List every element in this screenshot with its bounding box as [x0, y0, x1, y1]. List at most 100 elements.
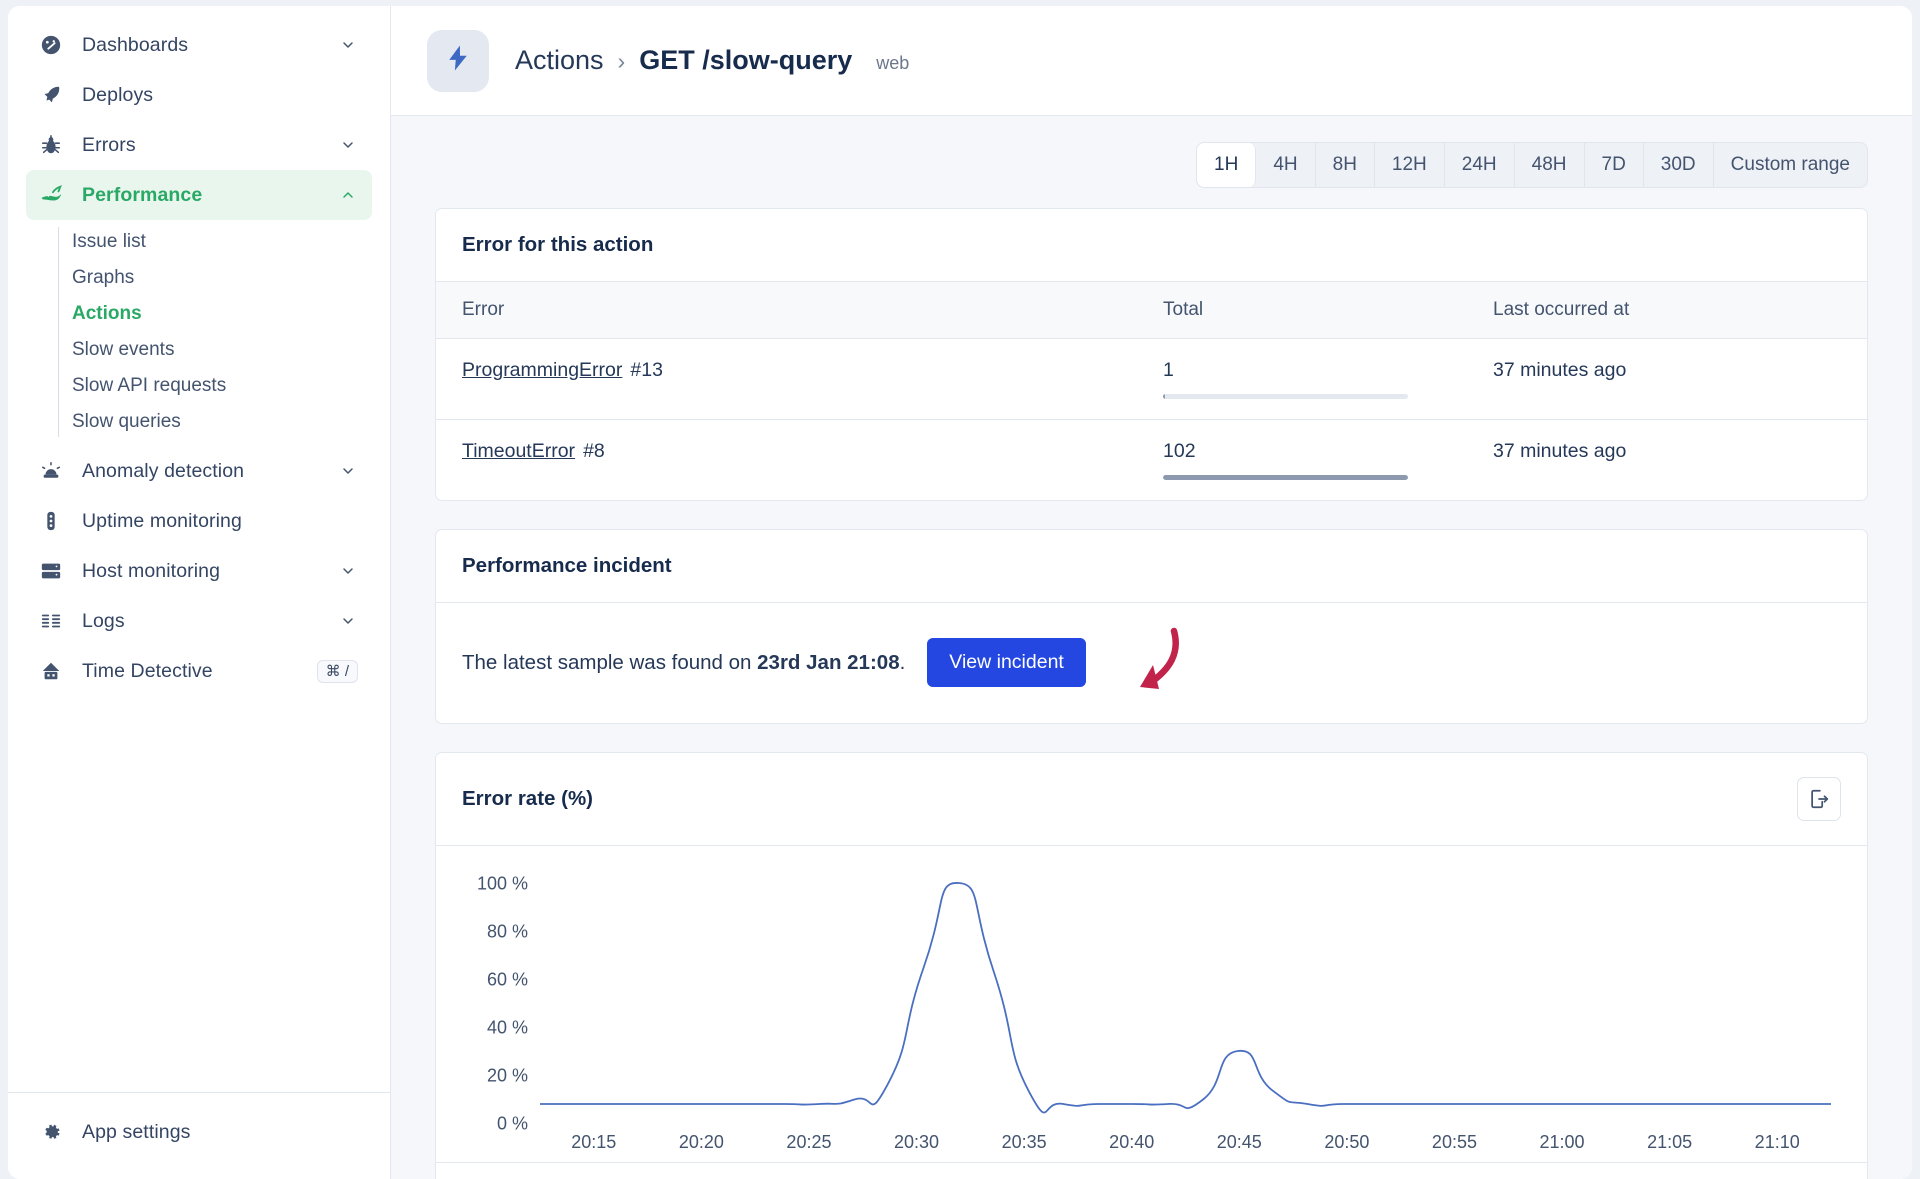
time-range-selector[interactable]: 1H 4H 8H 12H 24H 48H 7D 30D Custom range	[1196, 142, 1868, 188]
performance-subnav: Issue list Graphs Actions Slow events Sl…	[8, 224, 390, 440]
bug-icon	[40, 134, 70, 156]
performance-incident-card: Performance incident The latest sample w…	[435, 528, 1868, 724]
sidebar-subitem-slow-events[interactable]: Slow events	[64, 332, 390, 368]
time-range-30d[interactable]: 30D	[1644, 143, 1714, 187]
action-type-badge	[427, 29, 489, 92]
sidebar-subitem-actions[interactable]: Actions	[64, 296, 390, 332]
logs-icon	[40, 610, 70, 632]
rocket-icon	[40, 84, 70, 106]
error-table: Error Total Last occurred at Programming…	[436, 280, 1867, 500]
breadcrumb: Actions › GET /slow-query web	[515, 45, 909, 76]
sidebar-item-label: Uptime monitoring	[82, 509, 242, 532]
breadcrumb-parent[interactable]: Actions	[515, 45, 604, 76]
time-range-4h[interactable]: 4H	[1256, 143, 1316, 187]
file-export-icon[interactable]	[1797, 776, 1841, 821]
total-cell: 102	[1137, 419, 1467, 500]
chevron-down-icon	[338, 463, 358, 479]
chart-card-header: Error rate (%)	[436, 753, 1867, 846]
time-range-24h[interactable]: 24H	[1445, 143, 1515, 187]
time-range-custom[interactable]: Custom range	[1714, 143, 1867, 187]
sidebar-subitem-graphs[interactable]: Graphs	[64, 260, 390, 296]
column-header-last-occurred: Last occurred at	[1467, 280, 1867, 339]
sidebar-item-anomaly-detection[interactable]: Anomaly detection	[26, 446, 372, 496]
sidebar-subitem-slow-queries[interactable]: Slow queries	[64, 404, 390, 440]
incident-message-suffix: .	[899, 650, 906, 674]
sidebar-item-deploys[interactable]: Deploys	[26, 70, 372, 120]
total-bar-track	[1163, 474, 1408, 480]
sidebar-subitem-label: Slow API requests	[72, 375, 227, 396]
server-icon	[40, 560, 70, 582]
view-incident-button[interactable]: View incident	[927, 638, 1086, 688]
x-axis-tick-label: 20:50	[1324, 1131, 1370, 1152]
sidebar-item-host-monitoring[interactable]: Host monitoring	[26, 546, 372, 596]
page-title: GET /slow-query	[639, 45, 853, 75]
chevron-down-icon	[338, 563, 358, 579]
sidebar-item-errors[interactable]: Errors	[26, 120, 372, 170]
sidebar-item-dashboards[interactable]: Dashboards	[26, 20, 372, 70]
sidebar-item-time-detective[interactable]: Time Detective ⌘ /	[26, 646, 372, 696]
time-range-12h[interactable]: 12H	[1375, 143, 1445, 187]
table-row: ProgrammingError #13 1 37 minutes ago	[436, 338, 1867, 420]
sidebar-item-label: Performance	[82, 183, 203, 206]
time-range-48h[interactable]: 48H	[1515, 143, 1585, 187]
time-range-7d[interactable]: 7D	[1585, 143, 1644, 187]
sidebar-subitem-slow-api-requests[interactable]: Slow API requests	[64, 368, 390, 404]
x-axis-tick-label: 20:20	[678, 1131, 724, 1152]
incident-card-title: Performance incident	[436, 530, 1867, 603]
chart-plot-area: 100 % 80 % 60 % 40 % 20 % 0 % 20:15 20:20 20:25…	[462, 862, 1841, 1162]
x-axis-tick-label: 20:45	[1216, 1131, 1262, 1152]
sidebar-footer-label: App settings	[82, 1120, 191, 1143]
breadcrumb-separator-icon: ›	[617, 48, 626, 74]
x-axis-tick-label: 21:00	[1539, 1131, 1585, 1152]
traffic-light-icon	[40, 510, 70, 532]
sidebar-item-label: Time Detective	[82, 659, 213, 682]
error-link[interactable]: ProgrammingError	[462, 359, 622, 381]
detective-icon	[40, 660, 70, 682]
chevron-down-icon	[338, 37, 358, 53]
total-value: 1	[1163, 358, 1174, 381]
sidebar-subitem-label: Issue list	[72, 231, 146, 252]
page-content: 1H 4H 8H 12H 24H 48H 7D 30D Custom range…	[391, 116, 1912, 1179]
sidebar-subitem-label: Graphs	[72, 267, 135, 288]
incident-message-prefix: The latest sample was found on	[462, 650, 758, 674]
sidebar-item-label: Deploys	[82, 83, 154, 106]
sidebar-subitem-label: Slow events	[72, 339, 175, 360]
sidebar-item-performance[interactable]: Performance	[26, 170, 372, 220]
error-table-body: ProgrammingError #13 1 37 minutes ago Ti…	[436, 338, 1867, 500]
chevron-down-icon	[338, 137, 358, 153]
last-occurred-cell: 37 minutes ago	[1467, 338, 1867, 420]
error-number: #8	[583, 439, 605, 462]
y-axis-tick-label: 20 %	[486, 1065, 528, 1086]
sidebar-item-logs[interactable]: Logs	[26, 596, 372, 646]
incident-card-body: The latest sample was found on 23rd Jan …	[436, 603, 1867, 723]
time-range-bar: 1H 4H 8H 12H 24H 48H 7D 30D Custom range	[435, 116, 1868, 208]
sidebar-item-uptime-monitoring[interactable]: Uptime monitoring	[26, 496, 372, 546]
lightning-bolt-icon	[443, 43, 473, 78]
error-cell: TimeoutError #8	[436, 419, 1137, 500]
sidebar-subitem-issue-list[interactable]: Issue list	[64, 224, 390, 260]
sidebar-item-app-settings[interactable]: App settings	[26, 1107, 372, 1157]
sidebar-subitem-label: Slow queries	[72, 411, 181, 432]
y-axis-tick-label: 100 %	[476, 873, 528, 894]
error-card-title: Error for this action	[462, 232, 654, 256]
sidebar-nav: Dashboards Deploys Errors Performance Is…	[8, 6, 390, 1092]
time-range-1h[interactable]: 1H	[1197, 143, 1257, 187]
rabbit-icon	[40, 184, 70, 206]
error-link[interactable]: TimeoutError	[462, 440, 575, 462]
x-axis-tick-label: 20:35	[1001, 1131, 1047, 1152]
x-axis-tick-label: 20:55	[1431, 1131, 1477, 1152]
error-rate-chart-card: Error rate (%) 100 % 80 % 60 % 40 % 20 % 0 %	[435, 751, 1868, 1179]
last-occurred-cell: 37 minutes ago	[1493, 439, 1627, 462]
error-number: #13	[630, 358, 663, 381]
chart-x-axis: 20:15 20:20 20:25 20:30 20:35 20:40 20:45 20:50…	[540, 1124, 1831, 1162]
error-table-head: Error Total Last occurred at	[436, 280, 1867, 339]
chevron-down-icon	[338, 613, 358, 629]
table-row: TimeoutError #8 102 37 minutes ago	[436, 419, 1867, 500]
sidebar-subitem-label: Actions	[72, 303, 142, 324]
sidebar-item-label: Dashboards	[82, 33, 189, 56]
time-range-8h[interactable]: 8H	[1316, 143, 1375, 187]
incident-timestamp: 23rd Jan 21:08	[757, 650, 900, 674]
sidebar-item-label: Anomaly detection	[82, 459, 245, 482]
time-detective-shortcut-badge[interactable]: ⌘ /	[316, 659, 358, 683]
error-cell: ProgrammingError #13	[436, 338, 1137, 420]
